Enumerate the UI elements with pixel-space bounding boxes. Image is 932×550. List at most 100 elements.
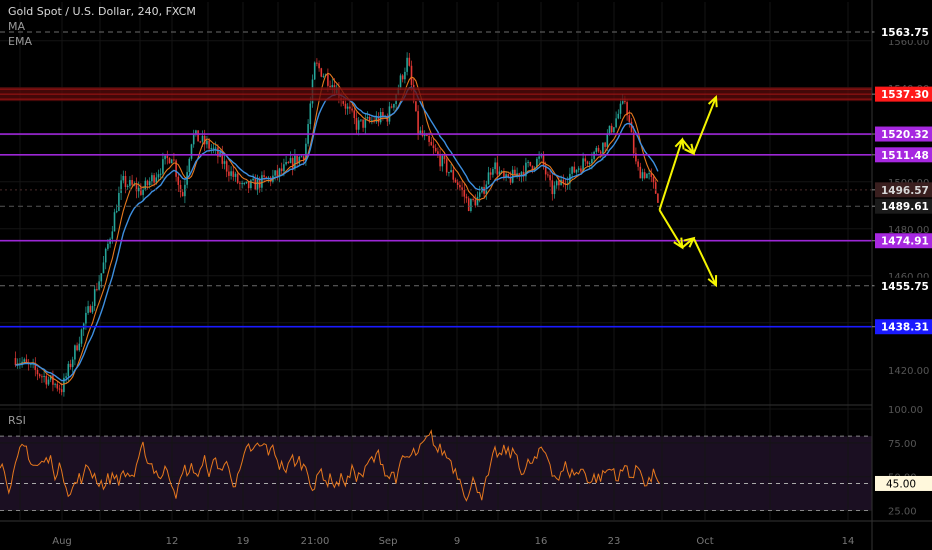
candle-body [657,193,659,203]
candle-body [555,180,558,186]
candle-body [580,168,582,172]
candle-body [38,374,41,377]
candle-body [140,187,142,195]
x-tick-label: 16 [535,536,548,547]
candle-body [549,175,551,181]
candle-body [489,172,492,175]
candle-body [236,173,239,183]
candle-body [630,121,633,133]
candle [190,143,193,161]
candle-body [577,168,580,170]
level-label: 1537.30 [881,89,929,101]
candle [168,157,171,164]
candle-body [243,183,246,185]
candle-body [241,183,243,185]
candle-body [399,75,402,88]
candle-body [52,375,54,385]
candle-body [192,133,195,145]
candle-body [65,376,67,378]
candle-body [342,100,345,104]
candle-body [368,116,371,121]
candle-body [122,175,125,181]
candle-body [573,166,576,173]
level-label: 1474.91 [881,236,929,248]
candle-body [588,163,591,165]
candle-body [190,144,193,159]
candle-body [584,158,587,162]
candle-body [353,110,356,119]
candle-body [148,181,151,186]
candle [415,101,417,112]
candle-body [151,175,153,182]
candle-body [14,358,17,366]
candle-body [610,125,613,133]
candle-body [404,71,406,80]
candle [470,198,472,213]
level-label: 1520.32 [881,129,929,141]
candle-body [652,176,655,183]
candle-body [415,101,417,112]
x-tick-label: 12 [166,536,179,547]
candle-body [93,289,96,306]
candle-body [406,57,408,72]
candle-body [309,103,312,125]
candle-body [58,388,61,390]
candle-body [393,103,395,108]
candle-body [606,133,609,147]
candle-body [410,65,413,85]
candle-body [137,187,140,192]
candle-body [382,112,384,117]
candle-body [619,103,622,114]
candle-body [419,130,422,134]
candle-body [432,145,435,149]
candle-body [602,142,604,154]
candle-body [285,162,287,165]
candle-body [199,141,202,143]
candle-body [245,181,248,184]
candle-body [465,196,468,199]
candle-body [173,159,175,161]
candle-body [153,175,155,183]
candle-body [478,192,481,197]
candle-body [351,108,353,111]
candle-body [357,120,360,130]
candle-body [47,379,50,385]
candle-body [184,184,186,197]
candle-body [126,185,129,187]
candle-body [225,161,228,172]
candle-body [256,178,259,190]
candle-body [639,166,642,179]
candle-body [223,161,226,164]
candle-body [80,329,83,344]
rsi-current-label: 45.00 [886,478,916,490]
candle-body [646,173,648,179]
candle [646,173,648,179]
candle-body [206,140,208,145]
candle [313,61,316,80]
candle-body [252,178,254,181]
candle-body [529,161,532,166]
candle-body [208,140,210,149]
level-label: 1511.48 [881,150,929,162]
candle-body [67,363,70,377]
candle-body [43,375,45,377]
candle-body [181,192,184,197]
candle-body [643,172,646,179]
candle-body [423,135,426,137]
candle-body [142,189,144,195]
candle-body [159,173,162,175]
y-tick-label: 1420.00 [888,366,929,377]
candle-body [362,119,364,128]
candle-body [459,184,461,188]
x-tick-label: Aug [52,536,72,547]
candle-body [91,305,94,313]
candle-body [85,312,87,324]
candle-body [450,170,452,173]
candle-body [41,376,43,378]
candle-body [316,62,318,64]
candle-body [388,106,391,122]
price-chart[interactable]: 1420.001440.001460.001480.001500.001520.… [0,0,932,550]
candle-body [617,113,620,119]
candle-body [434,148,437,152]
candle-body [212,147,215,149]
